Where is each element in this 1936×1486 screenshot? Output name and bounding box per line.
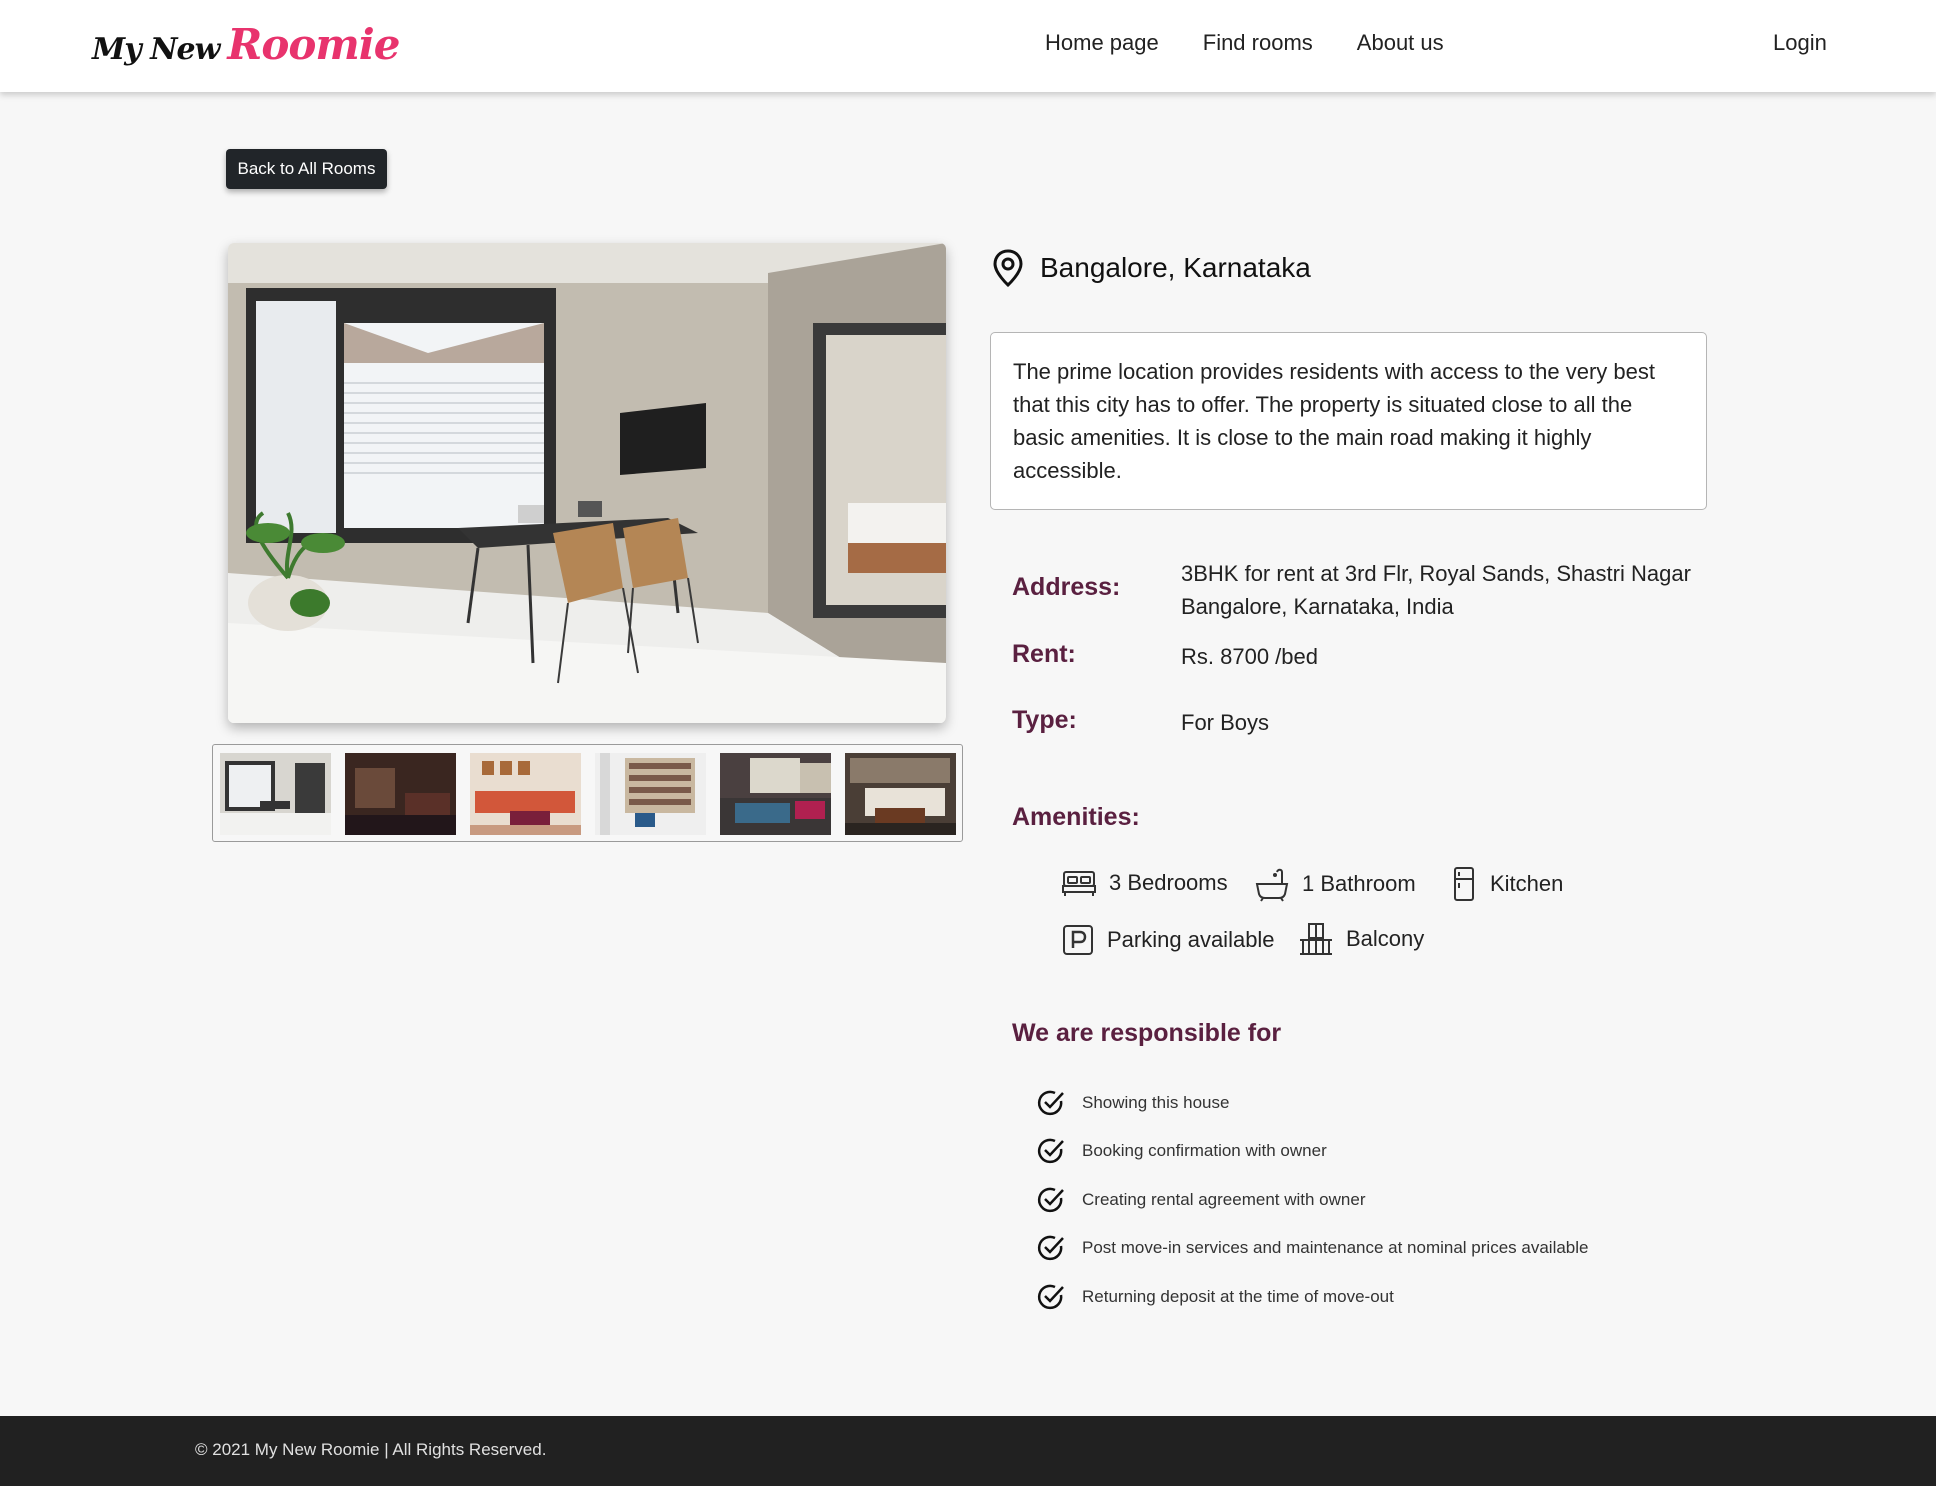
check-circle-icon — [1037, 1138, 1064, 1164]
rent-label: Rent: — [1012, 640, 1076, 668]
bed-icon — [1062, 871, 1096, 896]
check-circle-icon — [1037, 1235, 1064, 1261]
amenities-title: Amenities: — [1012, 803, 1140, 831]
amenity-kitchen-label: Kitchen — [1490, 871, 1564, 896]
address-line-1: 3BHK for rent at 3rd Flr, Royal Sands, S… — [1181, 561, 1691, 586]
balcony-icon — [1300, 923, 1332, 955]
responsibility-text: Returning deposit at the time of move-ou… — [1082, 1287, 1394, 1306]
address-value: 3BHK for rent at 3rd Flr, Royal Sands, S… — [1181, 557, 1691, 623]
amenity-balcony-label: Balcony — [1346, 926, 1425, 951]
rent-value: Rs. 8700 /bed — [1181, 644, 1318, 669]
thumbnail-1[interactable] — [220, 753, 331, 835]
responsibility-item-3: Creating rental agreement with owner — [1036, 1185, 1365, 1215]
amenity-bedrooms: 3 Bedrooms — [1061, 868, 1228, 898]
brand-logo-part1: My New — [92, 32, 220, 67]
footer: © 2021 My New Roomie | All Rights Reserv… — [0, 1416, 1936, 1486]
type-value: For Boys — [1181, 710, 1270, 735]
thumbnail-6[interactable] — [845, 753, 956, 835]
thumbnail-3[interactable] — [470, 753, 581, 835]
responsibilities-title: We are responsible for — [1012, 1019, 1282, 1047]
amenity-kitchen: Kitchen — [1450, 866, 1563, 902]
responsibility-text: Creating rental agreement with owner — [1082, 1190, 1366, 1209]
responsibility-text: Post move-in services and maintenance at… — [1082, 1238, 1589, 1257]
navbar: My New Roomie Home page Find rooms About… — [0, 0, 1936, 92]
nav-link-about-us[interactable]: About us — [1357, 30, 1444, 56]
footer-copyright: © 2021 My New Roomie | All Rights Reserv… — [195, 1440, 547, 1459]
address-label: Address: — [1012, 573, 1121, 601]
thumbnail-5[interactable] — [720, 753, 831, 835]
amenity-parking: Parking available — [1061, 923, 1275, 957]
responsibility-item-1: Showing this house — [1036, 1088, 1229, 1118]
map-pin-icon — [993, 249, 1023, 288]
thumbnail-4[interactable] — [595, 753, 706, 835]
location-text: Bangalore, Karnataka — [1040, 252, 1311, 283]
nav-link-find-rooms[interactable]: Find rooms — [1203, 30, 1313, 56]
amenity-parking-label: Parking available — [1107, 927, 1275, 952]
photo-thumbnail-strip — [212, 744, 963, 842]
check-circle-icon — [1037, 1187, 1064, 1213]
bathtub-icon — [1255, 868, 1289, 902]
nav-links: Home page Find rooms About us — [1045, 30, 1444, 56]
responsibility-text: Showing this house — [1082, 1093, 1230, 1112]
fridge-icon — [1454, 867, 1474, 901]
property-location: Bangalore, Karnataka — [990, 248, 1311, 288]
check-circle-icon — [1037, 1090, 1064, 1116]
responsibility-text: Booking confirmation with owner — [1082, 1141, 1327, 1160]
brand-logo[interactable]: My New Roomie — [92, 20, 400, 70]
property-description: The prime location provides residents wi… — [990, 332, 1707, 510]
thumbnail-2[interactable] — [345, 753, 456, 835]
responsibility-item-5: Returning deposit at the time of move-ou… — [1036, 1282, 1394, 1312]
amenity-balcony: Balcony — [1298, 922, 1424, 956]
login-link[interactable]: Login — [1773, 30, 1827, 56]
type-label: Type: — [1012, 706, 1077, 734]
amenity-bedrooms-label: 3 Bedrooms — [1109, 870, 1228, 895]
main-room-photo — [228, 243, 946, 723]
amenity-bathroom-label: 1 Bathroom — [1302, 871, 1416, 896]
check-circle-icon — [1037, 1284, 1064, 1310]
brand-logo-part2: Roomie — [227, 20, 400, 69]
responsibility-item-2: Booking confirmation with owner — [1036, 1136, 1327, 1166]
back-to-all-rooms-button[interactable]: Back to All Rooms — [226, 149, 387, 189]
nav-link-home[interactable]: Home page — [1045, 30, 1159, 56]
responsibility-item-4: Post move-in services and maintenance at… — [1036, 1233, 1588, 1263]
address-line-2: Bangalore, Karnataka, India — [1181, 594, 1454, 619]
parking-icon — [1063, 925, 1093, 955]
amenity-bathroom: 1 Bathroom — [1254, 866, 1416, 902]
